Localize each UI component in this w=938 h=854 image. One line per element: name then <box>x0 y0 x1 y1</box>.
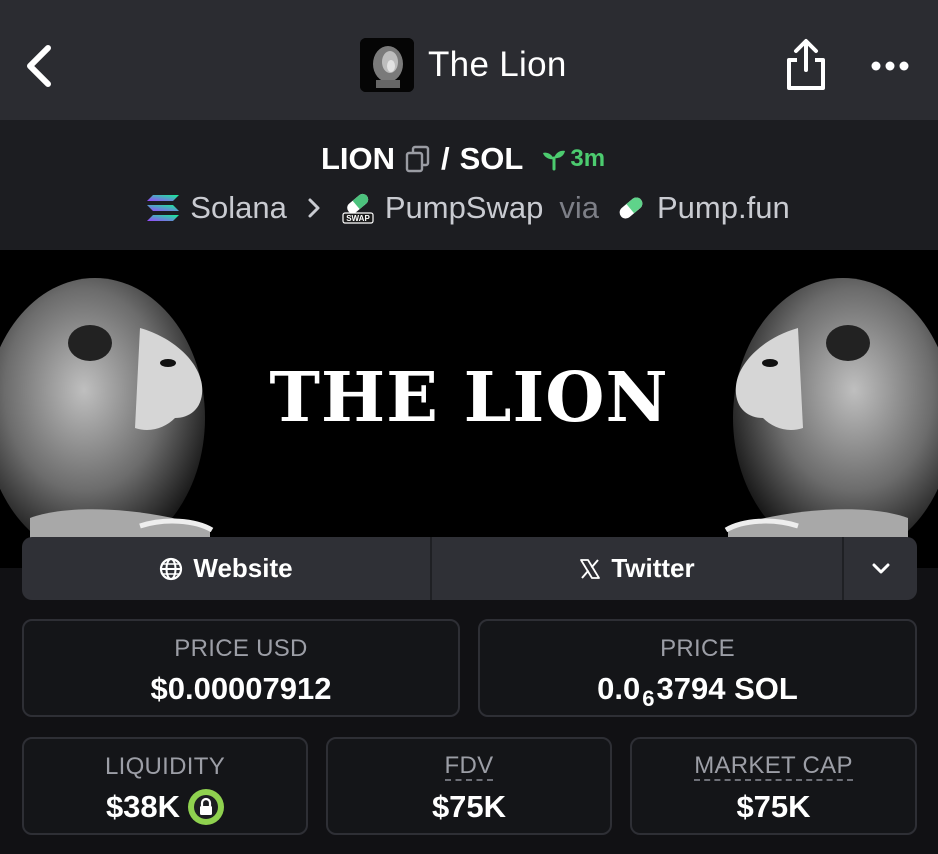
copy-icon[interactable] <box>405 145 431 173</box>
lion-right-image <box>724 278 938 558</box>
twitter-label: Twitter <box>611 553 695 583</box>
more-dots-icon <box>871 61 909 71</box>
price-sol-label: PRICE <box>660 635 735 662</box>
title-wrap: The Lion <box>360 38 567 92</box>
pill-icon <box>619 197 643 219</box>
page-title: The Lion <box>428 45 567 84</box>
price-usd-label: PRICE USD <box>174 635 308 662</box>
website-label: Website <box>193 553 293 583</box>
chain-breadcrumb: Solana SWAP PumpSwap via Pump.fun <box>0 186 938 230</box>
price-usd-card: PRICE USD $0.00007912 <box>22 619 460 717</box>
fdv-label[interactable]: FDV <box>444 753 494 781</box>
chevron-right-icon <box>308 198 320 218</box>
pair-page: The Lion LION / SOL 3m Solana SWAP PumpS… <box>0 0 938 854</box>
social-links-bar: Website Twitter <box>22 537 917 600</box>
globe-icon <box>160 557 183 580</box>
quote-symbol: SOL <box>459 141 524 176</box>
price-sol-value: 0.0 6 3794 SOL <box>480 671 915 711</box>
pair-age: 3m <box>541 145 605 173</box>
share-button[interactable] <box>783 38 829 92</box>
token-banner: THE LION <box>0 250 938 568</box>
chevron-down-icon <box>872 563 889 573</box>
back-button[interactable] <box>18 40 62 92</box>
fdv-card: FDV $75K <box>326 737 612 835</box>
website-button[interactable]: Website <box>22 537 432 600</box>
price-sol-zero-count: 6 <box>642 686 655 711</box>
more-links-button[interactable] <box>844 537 917 600</box>
fdv-value: $75K <box>431 789 507 824</box>
more-button[interactable] <box>866 52 914 80</box>
lock-icon <box>190 791 223 823</box>
price-sol-digits: 3794 SOL <box>656 671 798 706</box>
liquidity-label: LIQUIDITY <box>104 753 226 780</box>
chevron-left-icon <box>27 45 51 87</box>
launchpad-link[interactable]: Pump.fun <box>657 190 790 226</box>
dex-link[interactable]: PumpSwap <box>385 190 544 226</box>
market-cap-label[interactable]: MARKET CAP <box>694 753 853 781</box>
svg-text:SWAP: SWAP <box>346 214 370 223</box>
token-symbol: LION <box>320 141 395 176</box>
via-label: via <box>559 190 599 225</box>
pair-separator: / <box>441 141 450 176</box>
pair-age-text: 3m <box>570 145 606 172</box>
market-cap-card: MARKET CAP $75K <box>630 737 917 835</box>
twitter-button[interactable]: Twitter <box>432 537 844 600</box>
liquidity-value-row: $38K <box>24 789 306 825</box>
liquidity-card: LIQUIDITY $38K <box>22 737 308 835</box>
token-avatar <box>360 38 414 92</box>
share-icon <box>787 39 825 90</box>
top-bar: The Lion <box>0 0 938 120</box>
liquidity-value: $38K <box>105 789 181 824</box>
chain-link[interactable]: Solana <box>190 190 287 226</box>
price-usd-value: $0.00007912 <box>150 671 332 706</box>
pumpswap-logo-icon: SWAP <box>342 193 374 224</box>
solana-logo-icon <box>147 195 180 221</box>
market-cap-value: $75K <box>736 789 811 824</box>
sprout-icon <box>543 150 566 171</box>
price-sol-card: PRICE 0.0 6 3794 SOL <box>478 619 917 717</box>
liquidity-lock-badge[interactable] <box>188 789 225 825</box>
x-logo-icon <box>580 558 601 579</box>
price-sol-prefix: 0.0 <box>597 671 641 706</box>
pair-row: LION / SOL 3m <box>0 138 938 180</box>
